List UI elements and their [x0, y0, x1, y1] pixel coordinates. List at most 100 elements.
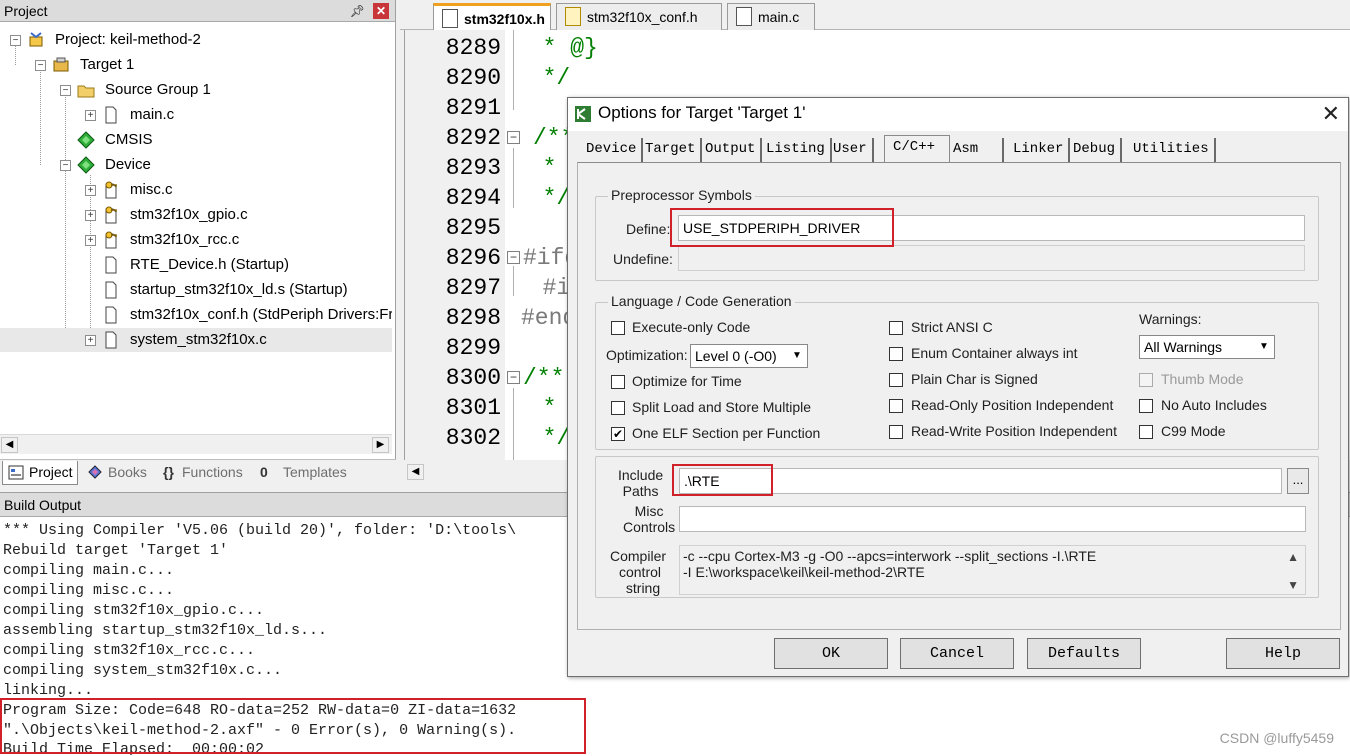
fold-guide [513, 148, 514, 208]
scroll-up-icon[interactable]: ▲ [1287, 550, 1299, 564]
folder-icon [77, 85, 95, 98]
scroll-right-icon[interactable]: ▶ [372, 437, 389, 453]
tab-debug[interactable]: Debug [1068, 138, 1123, 162]
output-line: *** Using Compiler 'V5.06 (build 20)', f… [3, 522, 517, 539]
tab-user[interactable]: User [828, 138, 874, 162]
undefine-input[interactable] [678, 245, 1305, 271]
file-icon [105, 106, 117, 124]
tree-item-source-group[interactable]: − Source Group 1 [0, 78, 390, 102]
project-horizontal-scrollbar[interactable]: ◀ ▶ [0, 434, 392, 454]
project-panel-title: Project 📌︎ ✕ [0, 0, 395, 22]
optimize-time-checkbox[interactable] [611, 375, 625, 389]
split-load-checkbox[interactable] [611, 401, 625, 415]
collapse-icon[interactable]: − [60, 160, 71, 171]
misc-controls-input[interactable] [679, 506, 1306, 532]
editor-tab-conf-h[interactable]: stm32f10x_conf.h [556, 3, 722, 30]
optimization-select[interactable]: Level 0 (-O0) ▼ [690, 344, 808, 368]
file-icon [105, 281, 117, 299]
tree-item-startup-s[interactable]: startup_stm32f10x_ld.s (Startup) [0, 278, 390, 302]
tab-linker[interactable]: Linker [1008, 138, 1071, 162]
watermark: CSDN @luffy5459 [1219, 730, 1334, 746]
enum-container-checkbox[interactable] [889, 347, 903, 361]
pin-icon[interactable]: 📌︎ [350, 0, 365, 22]
tree-item-system-c[interactable]: + system_stm32f10x.c [0, 328, 392, 352]
expand-icon[interactable]: + [85, 210, 96, 221]
no-auto-includes-checkbox[interactable] [1139, 399, 1153, 413]
tab-device[interactable]: Device [581, 138, 644, 162]
project-tab-icon [8, 465, 24, 480]
keil-app-icon [575, 106, 591, 122]
defaults-button[interactable]: Defaults [1027, 638, 1141, 669]
tree-item-target[interactable]: − Target 1 [0, 53, 390, 77]
help-button[interactable]: Help [1226, 638, 1340, 669]
thumb-mode-checkbox[interactable] [1139, 373, 1153, 387]
scroll-left-icon[interactable]: ◀ [407, 464, 424, 480]
output-line: Rebuild target 'Target 1' [3, 542, 229, 559]
fold-guide [513, 266, 514, 296]
editor-tab-stm32f10x-h[interactable]: stm32f10x.h [433, 3, 551, 30]
close-icon[interactable]: ✕ [373, 3, 389, 19]
expand-icon[interactable]: + [85, 110, 96, 121]
key-file-icon [105, 206, 117, 224]
tab-listing[interactable]: Listing [761, 138, 832, 162]
tree-item-project[interactable]: − Project: keil-method-2 [0, 28, 390, 52]
tree-item-misc-c[interactable]: + misc.c [0, 178, 390, 202]
file-icon [565, 7, 581, 26]
tab-books[interactable]: Books [82, 461, 156, 485]
editor-tab-bar: stm32f10x.h stm32f10x_conf.h main.c [400, 0, 1350, 30]
chevron-down-icon: ▼ [1259, 341, 1269, 352]
tree-item-gpio-c[interactable]: + stm32f10x_gpio.c [0, 203, 390, 227]
tab-functions[interactable]: {} Functions [158, 461, 253, 485]
expand-icon[interactable]: + [85, 185, 96, 196]
cancel-button[interactable]: Cancel [900, 638, 1014, 669]
fold-guide [513, 388, 514, 460]
language-codegen-group: Language / Code Generation Execute-only … [595, 293, 1319, 450]
strict-ansi-checkbox[interactable] [889, 321, 903, 335]
ro-pi-checkbox[interactable] [889, 399, 903, 413]
tree-item-cmsis[interactable]: CMSIS [0, 128, 390, 152]
collapse-icon[interactable]: − [60, 85, 71, 96]
execute-only-checkbox[interactable] [611, 321, 625, 335]
plain-char-checkbox[interactable] [889, 373, 903, 387]
books-icon [88, 465, 102, 479]
output-line: assembling startup_stm32f10x_ld.s... [3, 622, 328, 639]
c99-mode-checkbox[interactable] [1139, 425, 1153, 439]
warnings-select[interactable]: All Warnings ▼ [1139, 335, 1275, 359]
editor-tab-main-c[interactable]: main.c [727, 3, 815, 30]
scroll-down-icon[interactable]: ▼ [1287, 578, 1299, 592]
tab-templates[interactable]: 0 Templates [255, 461, 365, 485]
output-line: compiling system_stm32f10x.c... [3, 662, 283, 679]
compiler-control-string[interactable]: -c --cpu Cortex-M3 -g -O0 --apcs=interwo… [679, 545, 1306, 595]
fold-collapse-icon[interactable]: − [507, 371, 520, 384]
tree-item-conf-h[interactable]: stm32f10x_conf.h (StdPeriph Drivers:Fram… [0, 303, 392, 327]
tab-asm[interactable]: Asm [948, 138, 1004, 162]
key-file-icon [105, 231, 117, 249]
browse-include-paths-button[interactable]: ... [1287, 468, 1309, 494]
tree-item-rte-device-h[interactable]: RTE_Device.h (Startup) [0, 253, 390, 277]
tab-target[interactable]: Target [640, 138, 703, 162]
collapse-icon[interactable]: − [10, 35, 21, 46]
tab-utilities[interactable]: Utilities [1128, 138, 1216, 162]
expand-icon[interactable]: + [85, 235, 96, 246]
output-line: compiling stm32f10x_rcc.c... [3, 642, 256, 659]
expand-icon[interactable]: + [85, 335, 96, 346]
tab-project[interactable]: Project [2, 461, 78, 485]
fold-collapse-icon[interactable]: − [507, 131, 520, 144]
dialog-titlebar: Options for Target 'Target 1' ✕ [568, 98, 1348, 131]
templates-icon: 0 [260, 464, 268, 480]
ok-button[interactable]: OK [774, 638, 888, 669]
scroll-left-icon[interactable]: ◀ [1, 437, 18, 453]
file-icon [736, 7, 752, 26]
dialog-close-icon[interactable]: ✕ [1322, 102, 1340, 126]
one-elf-checkbox[interactable]: ✔ [611, 427, 625, 441]
tab-output[interactable]: Output [700, 138, 763, 162]
rw-pi-checkbox[interactable] [889, 425, 903, 439]
project-panel-tabs: Project Books {} Functions 0 Templates [0, 459, 396, 487]
tree-item-device[interactable]: − Device [0, 153, 390, 177]
editor-horizontal-scrollbar[interactable]: ◀ [404, 460, 574, 486]
collapse-icon[interactable]: − [35, 60, 46, 71]
tree-item-rcc-c[interactable]: + stm32f10x_rcc.c [0, 228, 390, 252]
tab-c-cpp[interactable]: C/C++ [884, 135, 950, 163]
fold-collapse-icon[interactable]: − [507, 251, 520, 264]
tree-item-main-c[interactable]: + main.c [0, 103, 390, 127]
